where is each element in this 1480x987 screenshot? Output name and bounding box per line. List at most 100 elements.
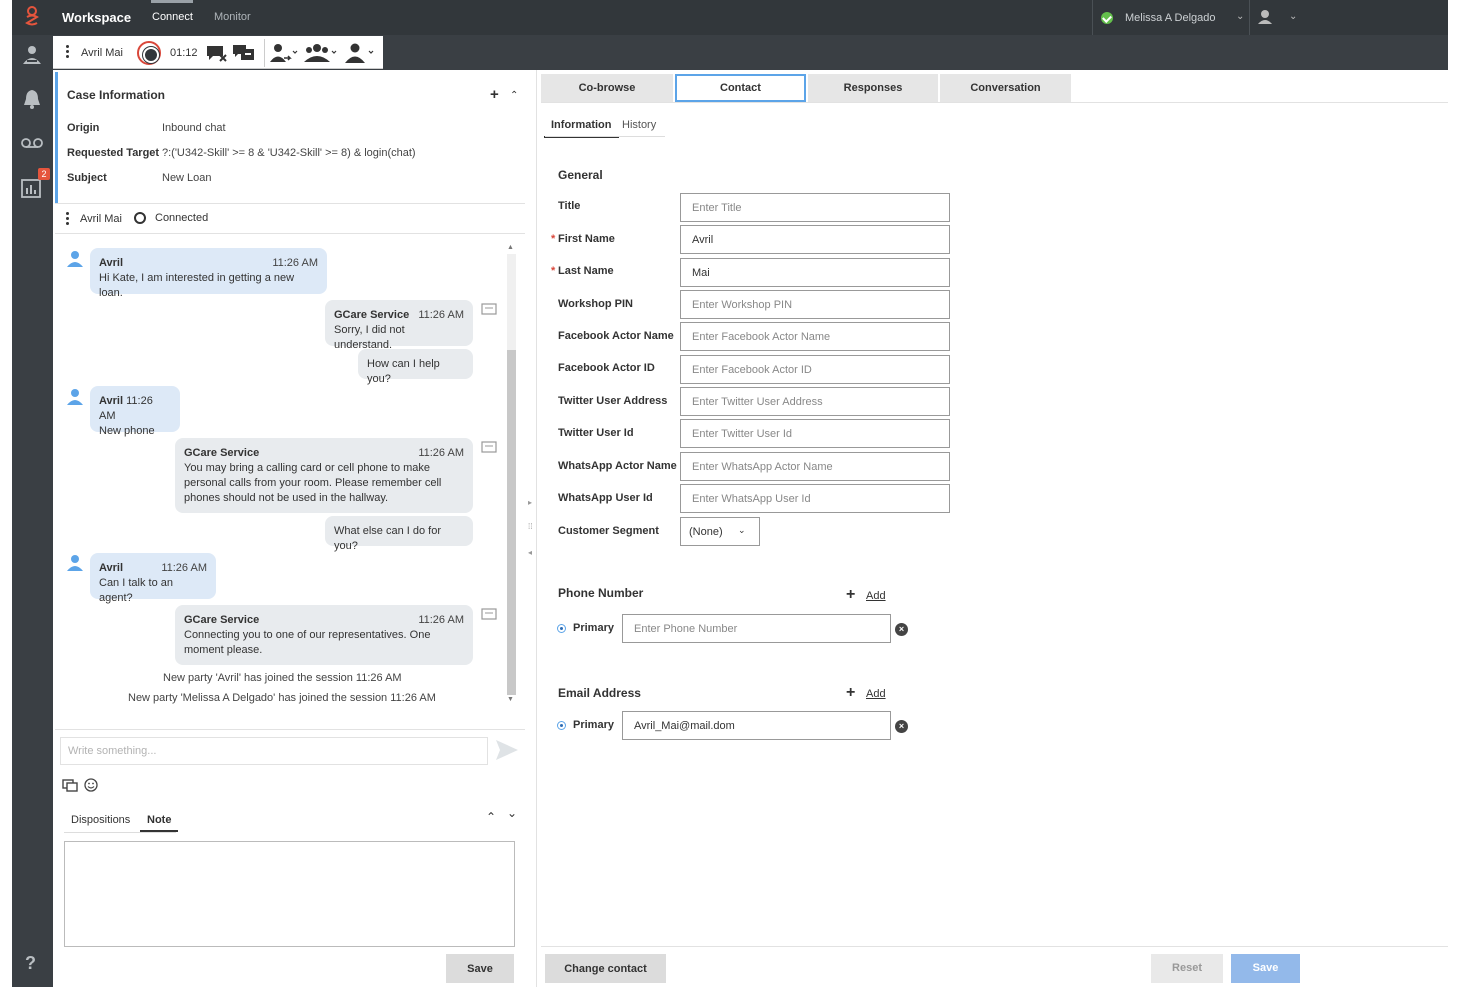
- tab-contact[interactable]: Contact: [675, 74, 806, 102]
- subtab-information[interactable]: Information: [544, 117, 619, 138]
- add-email-link[interactable]: Add: [866, 688, 886, 700]
- agent-menu-chevron-icon[interactable]: ⌄: [1289, 11, 1297, 22]
- twitter-user-address-field[interactable]: [680, 387, 950, 416]
- chevron-up-icon[interactable]: ⌃: [486, 810, 496, 824]
- active-tab-indicator: [151, 0, 193, 3]
- chat-message-agent: What else can I do for you?: [325, 516, 473, 552]
- scrollbar-thumb[interactable]: [507, 350, 516, 695]
- consult-icon[interactable]: [343, 42, 377, 64]
- message-text: New phone: [99, 425, 155, 437]
- chat-composer[interactable]: [60, 737, 488, 765]
- scroll-up-icon[interactable]: ▲: [507, 244, 514, 251]
- add-phone-link[interactable]: Add: [866, 590, 886, 602]
- voicemail-icon[interactable]: [20, 131, 44, 155]
- contacts-icon[interactable]: [20, 43, 44, 67]
- note-textarea[interactable]: [65, 842, 514, 946]
- emoji-icon[interactable]: [83, 777, 99, 793]
- interaction-pill: Avril Mai 01:12: [53, 36, 383, 69]
- workshop-pin-input[interactable]: [681, 291, 949, 318]
- remove-email-icon[interactable]: ×: [895, 720, 908, 733]
- save-note-button[interactable]: Save: [446, 954, 514, 983]
- tab-dispositions[interactable]: Dispositions: [64, 810, 137, 830]
- help-icon[interactable]: ?: [25, 953, 36, 974]
- email-address-input[interactable]: [623, 712, 890, 739]
- tab-co-browse[interactable]: Co-browse: [541, 74, 673, 102]
- interaction-party-name: Avril Mai: [81, 47, 123, 59]
- subtab-history[interactable]: History: [615, 117, 663, 136]
- message-text-line: Connecting you to one of our representat…: [184, 629, 431, 641]
- add-email-icon[interactable]: +: [846, 684, 855, 702]
- tab-connect[interactable]: Connect: [152, 11, 193, 23]
- app-title: Workspace: [62, 10, 132, 25]
- chevron-down-icon[interactable]: ⌄: [507, 806, 517, 820]
- ready-status-icon: [1101, 12, 1113, 24]
- mark-done-icon[interactable]: [205, 42, 229, 64]
- last-name-input[interactable]: [681, 259, 949, 286]
- facebook-actor-id-field[interactable]: [680, 355, 950, 384]
- transcript-scrollbar[interactable]: ▲ ▼: [505, 244, 517, 708]
- agent-menu-icon[interactable]: [1257, 9, 1273, 25]
- standard-responses-icon[interactable]: [62, 777, 78, 793]
- facebook-actor-name-input[interactable]: [681, 323, 949, 350]
- workshop-pin-field[interactable]: [680, 290, 950, 319]
- first-name-field[interactable]: [680, 225, 950, 254]
- whatsapp-user-id-field[interactable]: [680, 484, 950, 513]
- more-actions-icon[interactable]: [66, 45, 69, 59]
- chat-more-actions-icon[interactable]: [66, 212, 69, 227]
- connected-icon: [134, 212, 146, 224]
- first-name-input[interactable]: [681, 226, 949, 253]
- reset-button[interactable]: Reset: [1151, 954, 1223, 983]
- required-marker: *: [551, 265, 556, 277]
- facebook-actor-name-field[interactable]: [680, 322, 950, 351]
- tab-conversation[interactable]: Conversation: [940, 74, 1071, 102]
- add-phone-icon[interactable]: +: [846, 586, 855, 604]
- add-case-data-icon[interactable]: +: [490, 86, 499, 103]
- send-icon[interactable]: [495, 739, 519, 761]
- primary-email-radio[interactable]: [557, 721, 566, 730]
- tab-responses[interactable]: Responses: [808, 74, 938, 102]
- remove-phone-icon[interactable]: ×: [895, 623, 908, 636]
- primary-phone-radio[interactable]: [557, 624, 566, 633]
- save-contact-button[interactable]: Save: [1231, 954, 1300, 983]
- tab-monitor[interactable]: Monitor: [214, 11, 251, 23]
- message-text: Can I talk to an agent?: [99, 577, 173, 604]
- tab-note[interactable]: Note: [140, 810, 179, 832]
- expand-left-icon[interactable]: ◂: [528, 548, 532, 557]
- last-name-field[interactable]: [680, 258, 950, 287]
- chat-transcript[interactable]: Avril 11:26 AM Hi Kate, I am interested …: [55, 238, 518, 708]
- end-chat-icon[interactable]: [137, 41, 161, 65]
- phone-number-input[interactable]: [623, 615, 890, 642]
- title-field[interactable]: [680, 193, 950, 222]
- conference-icon[interactable]: [304, 42, 338, 64]
- divider: [541, 102, 1448, 103]
- twitter-user-address-input[interactable]: [681, 388, 949, 415]
- whatsapp-user-id-input[interactable]: [681, 485, 949, 512]
- chat-message-input[interactable]: [61, 738, 487, 764]
- phone-number-field[interactable]: [622, 614, 891, 643]
- title-input[interactable]: [681, 194, 949, 221]
- email-address-field[interactable]: [622, 711, 891, 740]
- pane-splitter[interactable]: ▸ ⁞⁞ ◂: [526, 70, 537, 987]
- change-contact-button[interactable]: Change contact: [545, 954, 666, 983]
- field-label-first-name: * First Name: [551, 233, 615, 245]
- customer-segment-select[interactable]: (None) ⌄: [680, 517, 760, 546]
- genesys-logo-icon: [25, 6, 39, 26]
- field-label-customer-segment: Customer Segment: [558, 525, 659, 537]
- note-editor[interactable]: [64, 841, 515, 947]
- chevron-down-icon: ⌄: [738, 525, 746, 535]
- twitter-user-id-input[interactable]: [681, 420, 949, 447]
- collapse-case-icon[interactable]: ⌃: [510, 90, 518, 101]
- drag-handle-icon[interactable]: ⁞⁞: [528, 522, 532, 531]
- twitter-user-id-field[interactable]: [680, 419, 950, 448]
- field-label-facebook-actor-name: Facebook Actor Name: [558, 330, 674, 342]
- transfer-chat-icon[interactable]: [232, 42, 256, 64]
- whatsapp-actor-name-field[interactable]: [680, 452, 950, 481]
- expand-right-icon[interactable]: ▸: [528, 498, 532, 507]
- notifications-icon[interactable]: [20, 87, 44, 111]
- facebook-actor-id-input[interactable]: [681, 356, 949, 383]
- scroll-down-icon[interactable]: ▼: [507, 696, 514, 703]
- user-status-menu[interactable]: Melissa A Delgado ⌄: [1092, 0, 1250, 35]
- field-label-workshop-pin: Workshop PIN: [558, 298, 633, 310]
- instant-transfer-icon[interactable]: [269, 42, 299, 64]
- whatsapp-actor-name-input[interactable]: [681, 453, 949, 480]
